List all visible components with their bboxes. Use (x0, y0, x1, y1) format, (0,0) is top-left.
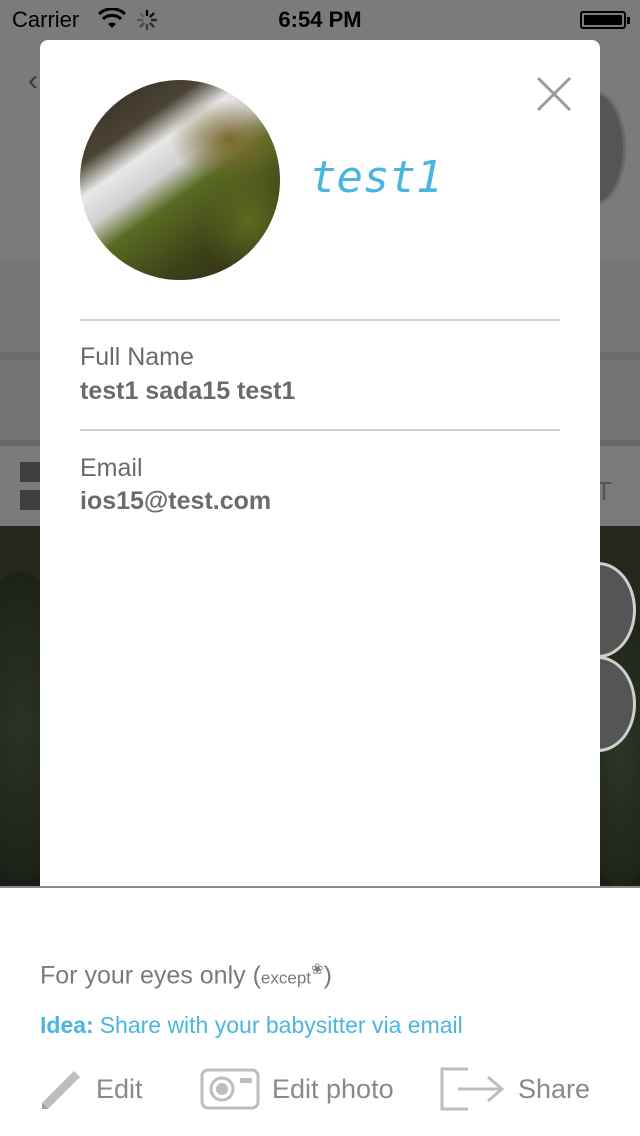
idea-hint[interactable]: Idea: Share with your babysitter via emai… (40, 1012, 463, 1039)
profile-avatar[interactable] (80, 80, 280, 280)
privacy-note-text: For your eyes only ( (40, 961, 261, 990)
privacy-note-suffix: ) (323, 961, 332, 990)
close-icon[interactable] (536, 76, 572, 112)
except-text: except (260, 968, 312, 988)
full-name-label: Full Name (80, 343, 194, 371)
edit-button[interactable]: Edit (40, 1064, 143, 1114)
email-label: Email (80, 454, 143, 482)
status-time: 6:54 PM (278, 7, 362, 32)
camera-icon (200, 1068, 260, 1110)
edit-photo-button[interactable]: Edit photo (200, 1064, 394, 1114)
full-name-value: test1 sada15 test1 (80, 377, 296, 405)
email-value: ios15@test.com (80, 487, 272, 515)
privacy-sheet: For your eyes only (except❀) Idea: Share … (0, 886, 640, 1136)
share-label: Share (518, 1073, 591, 1104)
idea-text[interactable]: Share with your babysitter via email (100, 1012, 463, 1038)
divider (80, 429, 560, 431)
edit-label: Edit (96, 1073, 143, 1104)
flower-icon: ❀ (311, 961, 324, 978)
idea-label: Idea: (40, 1012, 94, 1038)
background-back-chevron-icon: ‹ (28, 64, 38, 97)
privacy-note: For your eyes only (except❀) (40, 960, 332, 990)
background-square-icon (20, 490, 40, 510)
pencil-icon (42, 1071, 80, 1109)
share-button[interactable]: Share (440, 1064, 590, 1114)
status-bar: Carrier 6:54 PM (0, 0, 640, 40)
battery-icon (580, 11, 630, 29)
divider (80, 319, 560, 321)
profile-card: test1 Full Name test1 sada15 test1 Email… (40, 40, 600, 900)
background-square-icon (20, 462, 40, 482)
edit-photo-label: Edit photo (272, 1073, 394, 1104)
profile-username: test1 (310, 152, 443, 203)
share-arrow-icon (440, 1067, 505, 1111)
